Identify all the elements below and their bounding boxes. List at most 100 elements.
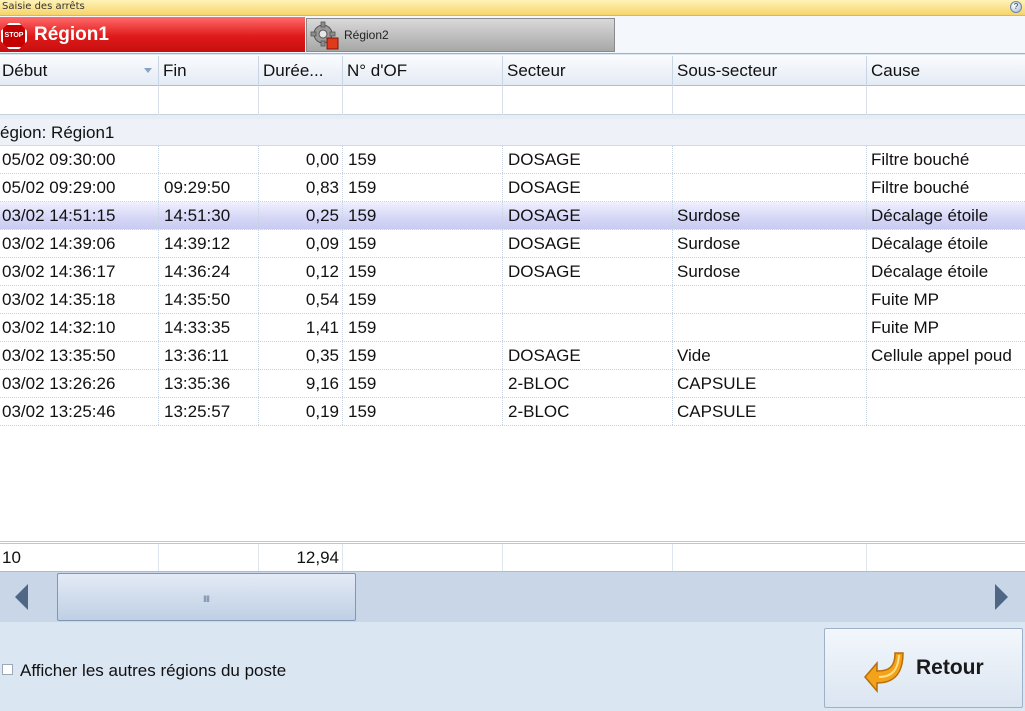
column-divider <box>673 174 867 201</box>
filter-sous-secteur[interactable] <box>673 86 867 115</box>
table-row[interactable]: 03/02 13:26:26 13:35:36 9,16 159 2-BLOC CAPSU… <box>0 370 1025 398</box>
column-divider <box>673 314 867 341</box>
column-divider <box>343 314 503 341</box>
grid-footer: 10 12,94 <box>0 541 1025 571</box>
filter-cause[interactable] <box>867 86 1025 115</box>
cell-cause[interactable]: Décalage étoile <box>867 258 1025 286</box>
window-title: Saisie des arrêts <box>2 1 85 12</box>
title-bar: Saisie des arrêts ? <box>0 0 1025 16</box>
table-row[interactable]: 05/02 09:30:00 0,00 159 DOSAGE Filtre bouché <box>0 146 1025 174</box>
column-divider <box>259 370 343 397</box>
column-divider <box>503 398 673 425</box>
scroll-right-icon[interactable] <box>995 584 1008 610</box>
tab-region2[interactable]: Région2 <box>306 18 615 52</box>
cell-cause[interactable] <box>867 398 1025 426</box>
bottom-panel: Afficher les autres régions du poste Ret… <box>0 622 1025 711</box>
table-row[interactable]: 03/02 14:36:17 14:36:24 0,12 159 DOSAGE Surdo… <box>0 258 1025 286</box>
column-divider <box>0 174 159 201</box>
column-divider <box>343 398 503 425</box>
column-divider <box>0 146 159 173</box>
column-divider <box>503 342 673 369</box>
tab-region2-label: Région2 <box>344 28 389 42</box>
group-label: égion: Région1 <box>0 123 115 142</box>
table-row[interactable]: 03/02 14:32:10 14:33:35 1,41 159 Fuite MP <box>0 314 1025 342</box>
column-divider <box>159 230 259 257</box>
gear-warning-icon <box>310 21 339 50</box>
column-divider <box>343 174 503 201</box>
cell-cause[interactable] <box>867 370 1025 398</box>
column-divider <box>0 258 159 285</box>
column-divider <box>503 202 673 229</box>
column-divider <box>0 230 159 257</box>
cell-cause[interactable]: Décalage étoile <box>867 202 1025 230</box>
column-divider <box>259 258 343 285</box>
cell-cause[interactable]: Fuite MP <box>867 286 1025 314</box>
grid-header: Début Fin Durée... N° d'OF Secteur Sous-… <box>0 55 1025 86</box>
table-row[interactable]: 03/02 13:35:50 13:36:11 0,35 159 DOSAGE Vide C… <box>0 342 1025 370</box>
stop-sign-icon: STOP <box>1 23 27 49</box>
scroll-left-icon[interactable] <box>15 584 28 610</box>
table-row[interactable]: 03/02 14:39:06 14:39:12 0,09 159 DOSAGE Surdo… <box>0 230 1025 258</box>
column-divider <box>159 342 259 369</box>
filter-of[interactable] <box>343 86 503 115</box>
col-header-debut[interactable]: Début <box>0 56 159 86</box>
help-icon[interactable]: ? <box>1010 1 1022 13</box>
column-divider <box>259 342 343 369</box>
filter-fin[interactable] <box>159 86 259 115</box>
cell-cause[interactable]: Fuite MP <box>867 314 1025 342</box>
cell-cause[interactable]: Filtre bouché <box>867 174 1025 202</box>
region-tabs: STOP Région1 Région2 <box>0 16 1025 54</box>
column-divider <box>259 174 343 201</box>
horizontal-scrollbar[interactable]: IIII <box>0 571 1025 622</box>
table-row[interactable]: 05/02 09:29:00 09:29:50 0,83 159 DOSAGE Filtr… <box>0 174 1025 202</box>
column-divider <box>343 342 503 369</box>
sort-arrow-icon <box>144 68 152 73</box>
retour-button[interactable]: Retour <box>824 628 1023 708</box>
column-divider <box>673 342 867 369</box>
column-divider <box>159 370 259 397</box>
cell-cause[interactable]: Filtre bouché <box>867 146 1025 174</box>
column-divider <box>0 370 159 397</box>
col-header-fin[interactable]: Fin <box>159 56 259 86</box>
tab-region1[interactable]: STOP Région1 <box>0 17 305 52</box>
column-divider <box>0 202 159 229</box>
column-divider <box>673 146 867 173</box>
show-other-regions-checkbox[interactable] <box>2 664 13 675</box>
column-divider <box>159 314 259 341</box>
filter-duree[interactable] <box>259 86 343 115</box>
table-row[interactable]: 03/02 13:25:46 13:25:57 0,19 159 2-BLOC CAPSU… <box>0 398 1025 426</box>
column-divider <box>259 202 343 229</box>
cell-cause[interactable]: Décalage étoile <box>867 230 1025 258</box>
table-row[interactable]: 03/02 14:51:15 14:51:30 0,25 159 DOSAGE Surdo… <box>0 202 1025 230</box>
column-divider <box>159 174 259 201</box>
show-other-regions-label[interactable]: Afficher les autres régions du poste <box>20 661 286 681</box>
column-divider <box>673 286 867 313</box>
column-divider <box>503 370 673 397</box>
cell-cause[interactable]: Cellule appel poud <box>867 342 1025 370</box>
column-divider <box>159 286 259 313</box>
column-divider <box>503 314 673 341</box>
column-divider <box>343 370 503 397</box>
column-divider <box>503 258 673 285</box>
col-header-duree[interactable]: Durée... <box>259 56 343 86</box>
return-arrow-icon <box>864 652 904 693</box>
column-divider <box>159 146 259 173</box>
column-divider <box>673 258 867 285</box>
column-divider <box>673 398 867 425</box>
col-header-sous-secteur[interactable]: Sous-secteur <box>673 56 867 86</box>
table-row[interactable]: 03/02 14:35:18 14:35:50 0,54 159 Fuite MP <box>0 286 1025 314</box>
scrollbar-thumb[interactable]: IIII <box>57 573 356 621</box>
col-header-cause[interactable]: Cause <box>867 56 1025 86</box>
filter-debut[interactable] <box>0 86 159 115</box>
filter-secteur[interactable] <box>503 86 673 115</box>
col-header-of[interactable]: N° d'OF <box>343 56 503 86</box>
col-header-secteur[interactable]: Secteur <box>503 56 673 86</box>
column-divider <box>259 398 343 425</box>
app-window: { "window": { "title": "Saisie des arrêt… <box>0 0 1025 711</box>
column-divider <box>0 398 159 425</box>
column-divider <box>343 202 503 229</box>
column-divider <box>343 258 503 285</box>
column-divider <box>0 342 159 369</box>
retour-label: Retour <box>916 656 984 679</box>
group-row[interactable]: égion: Région1 <box>0 119 1025 146</box>
